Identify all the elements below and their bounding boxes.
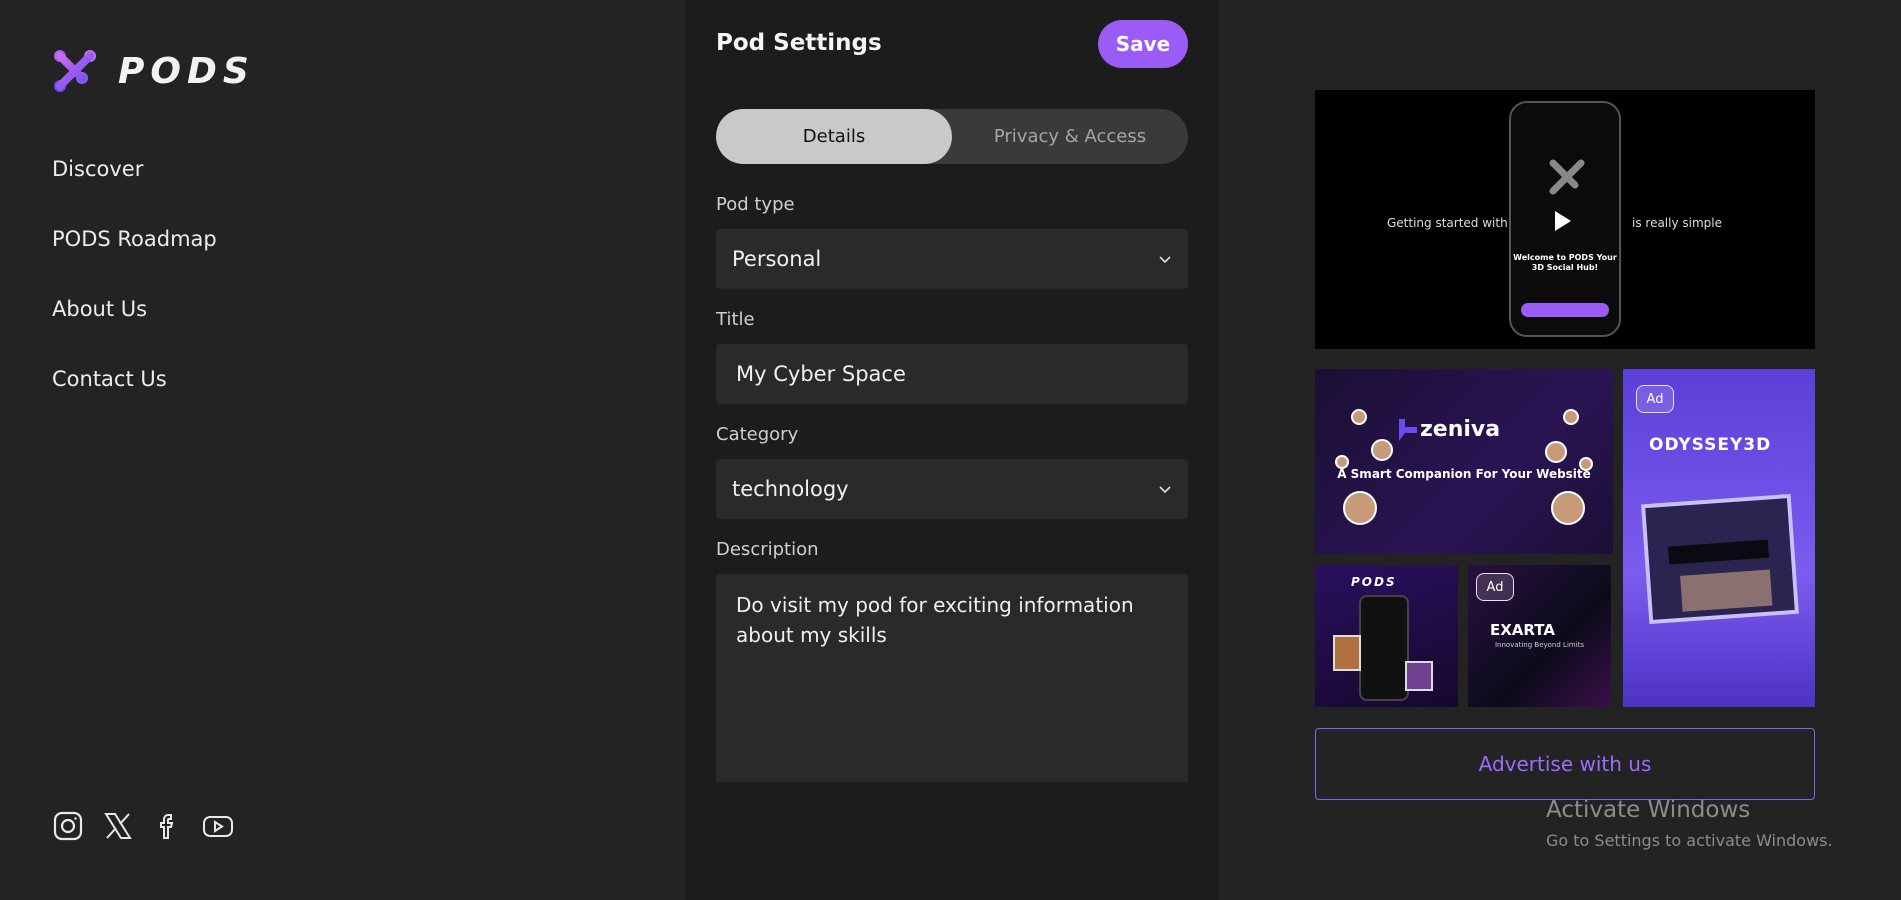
windows-watermark-title: Activate Windows (1546, 797, 1751, 823)
avatar (1343, 491, 1377, 525)
exarta-tagline: Innovating Beyond Limits (1494, 641, 1585, 649)
phone-welcome-text: Welcome to PODS Your 3D Social Hub! (1513, 253, 1617, 272)
thumbnail (1333, 635, 1361, 671)
exarta-brand: EXARTA (1490, 621, 1555, 639)
pod-type-label: Pod type (716, 194, 795, 215)
avatar (1551, 491, 1585, 525)
advertise-button[interactable]: Advertise with us (1315, 728, 1815, 800)
ad-pods[interactable]: PODS (1315, 565, 1458, 707)
page-title: Pod Settings (716, 30, 882, 56)
avatar (1371, 439, 1393, 461)
gallery-wall (1668, 539, 1770, 565)
category-value: technology (732, 477, 849, 501)
tab-details[interactable]: Details (716, 109, 952, 164)
tab-privacy-access[interactable]: Privacy & Access (952, 109, 1188, 164)
windows-watermark-subtitle: Go to Settings to activate Windows. (1546, 831, 1833, 850)
phone-mockup: Welcome to PODS Your 3D Social Hub! (1509, 101, 1621, 337)
zeniva-tagline: A Smart Companion For Your Website (1337, 467, 1591, 481)
ad-zeniva[interactable]: zeniva A Smart Companion For Your Websit… (1315, 369, 1613, 554)
ad-odyssey3d[interactable]: Ad ODYSSEY3D (1623, 369, 1815, 707)
title-label: Title (716, 309, 755, 330)
logo-wordmark: PODS (118, 50, 255, 92)
description-label: Description (716, 539, 819, 560)
ad-badge: Ad (1476, 573, 1514, 601)
main-nav: Discover PODS Roadmap About Us Contact U… (52, 150, 217, 430)
sidebar: PODS Discover PODS Roadmap About Us Cont… (0, 0, 686, 900)
pods-ad-brand: PODS (1351, 575, 1397, 589)
phone-mockup (1359, 595, 1409, 701)
avatar (1351, 409, 1367, 425)
facebook-icon[interactable] (152, 810, 184, 842)
ad-exarta[interactable]: Ad EXARTA Innovating Beyond Limits (1468, 565, 1611, 707)
youtube-icon[interactable] (202, 810, 234, 842)
play-icon[interactable] (1555, 211, 1571, 231)
pod-type-value: Personal (732, 247, 822, 271)
category-select[interactable]: technology (716, 459, 1188, 519)
title-input[interactable]: My Cyber Space (716, 344, 1188, 404)
pods-logo[interactable]: PODS (52, 48, 255, 94)
nav-contact-us[interactable]: Contact Us (52, 360, 217, 430)
zeniva-logo-icon (1399, 419, 1417, 441)
video-caption-right: is really simple (1632, 216, 1722, 230)
zeniva-brand: zeniva (1420, 417, 1501, 442)
pods-logo-icon (1549, 159, 1585, 195)
ad-badge: Ad (1636, 385, 1674, 413)
avatar (1545, 441, 1567, 463)
nav-about-us[interactable]: About Us (52, 290, 217, 360)
chevron-down-icon (1159, 256, 1171, 264)
x-icon[interactable] (102, 810, 134, 842)
promo-video[interactable]: Getting started with Welcome to PODS You… (1315, 90, 1815, 349)
settings-tabs: Details Privacy & Access (716, 109, 1188, 164)
pod-settings-panel: Pod Settings Save Details Privacy & Acce… (686, 0, 1218, 900)
category-label: Category (716, 424, 799, 445)
description-textarea[interactable]: Do visit my pod for exciting information… (716, 574, 1188, 782)
pod-type-select[interactable]: Personal (716, 229, 1188, 289)
pods-logo-icon (54, 50, 96, 92)
odyssey-scene-image (1640, 493, 1800, 625)
social-links (52, 810, 234, 842)
instagram-icon[interactable] (52, 810, 84, 842)
odyssey-brand: ODYSSEY3D (1649, 435, 1772, 455)
phone-cta (1521, 303, 1609, 317)
nav-pods-roadmap[interactable]: PODS Roadmap (52, 220, 217, 290)
nav-discover[interactable]: Discover (52, 150, 217, 220)
avatar (1563, 409, 1579, 425)
video-caption-left: Getting started with (1387, 216, 1508, 230)
gallery-floor (1680, 569, 1773, 612)
chevron-down-icon (1159, 486, 1171, 494)
thumbnail (1405, 661, 1433, 691)
save-button[interactable]: Save (1098, 20, 1188, 68)
